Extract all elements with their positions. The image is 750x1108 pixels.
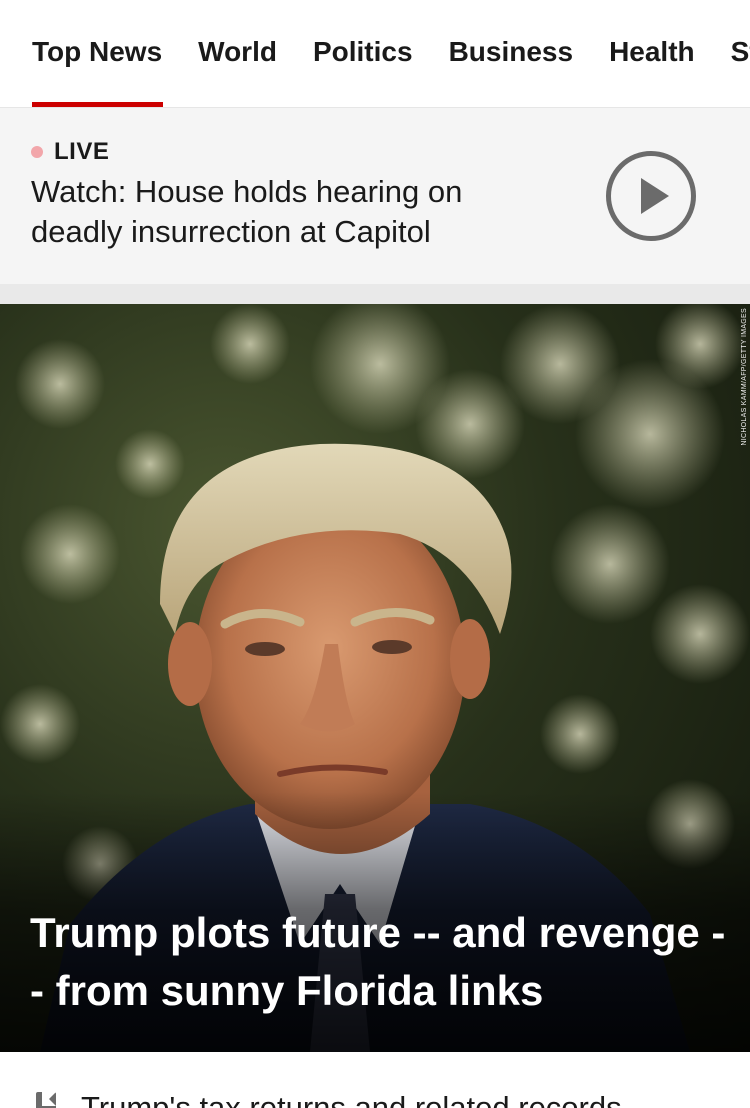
live-video-banner[interactable]: LIVE Watch: House holds hearing on deadl… (0, 108, 750, 284)
live-badge: LIVE (54, 138, 110, 165)
section-tabs: Top News World Politics Business Health … (32, 0, 750, 107)
hero-story[interactable]: NICHOLAS KAMM/AFP/GETTY IMAGES Trump plo… (0, 304, 750, 1052)
story-list-item[interactable]: Trump's tax returns and related records (0, 1052, 750, 1108)
play-button[interactable] (606, 151, 696, 241)
live-indicator: LIVE (31, 138, 109, 166)
tab-politics[interactable]: Politics (312, 0, 413, 107)
section-tab-bar: Top News World Politics Business Health … (0, 0, 750, 108)
live-dot-icon (31, 146, 43, 158)
story-headline[interactable]: Trump's tax returns and related records (81, 1088, 622, 1108)
live-headline[interactable]: Watch: House holds hearing on deadly ins… (31, 172, 551, 252)
hero-headline[interactable]: Trump plots future -- and revenge -- fro… (30, 904, 730, 1020)
photo-credit: NICHOLAS KAMM/AFP/GETTY IMAGES (741, 308, 748, 446)
section-divider (0, 284, 750, 304)
tab-health[interactable]: Health (609, 0, 695, 107)
document-icon (36, 1092, 56, 1108)
tab-label: Politics (312, 36, 413, 67)
tab-label: Sty (730, 36, 750, 67)
tab-label: Health (609, 36, 695, 67)
tab-label: World (198, 36, 277, 67)
tab-label: Business (448, 36, 574, 67)
tab-label: Top News (32, 36, 163, 67)
tab-world[interactable]: World (198, 0, 277, 107)
play-icon (641, 178, 669, 214)
tab-business[interactable]: Business (448, 0, 574, 107)
tab-top-news[interactable]: Top News (32, 0, 164, 107)
tab-style[interactable]: Sty (730, 0, 750, 107)
